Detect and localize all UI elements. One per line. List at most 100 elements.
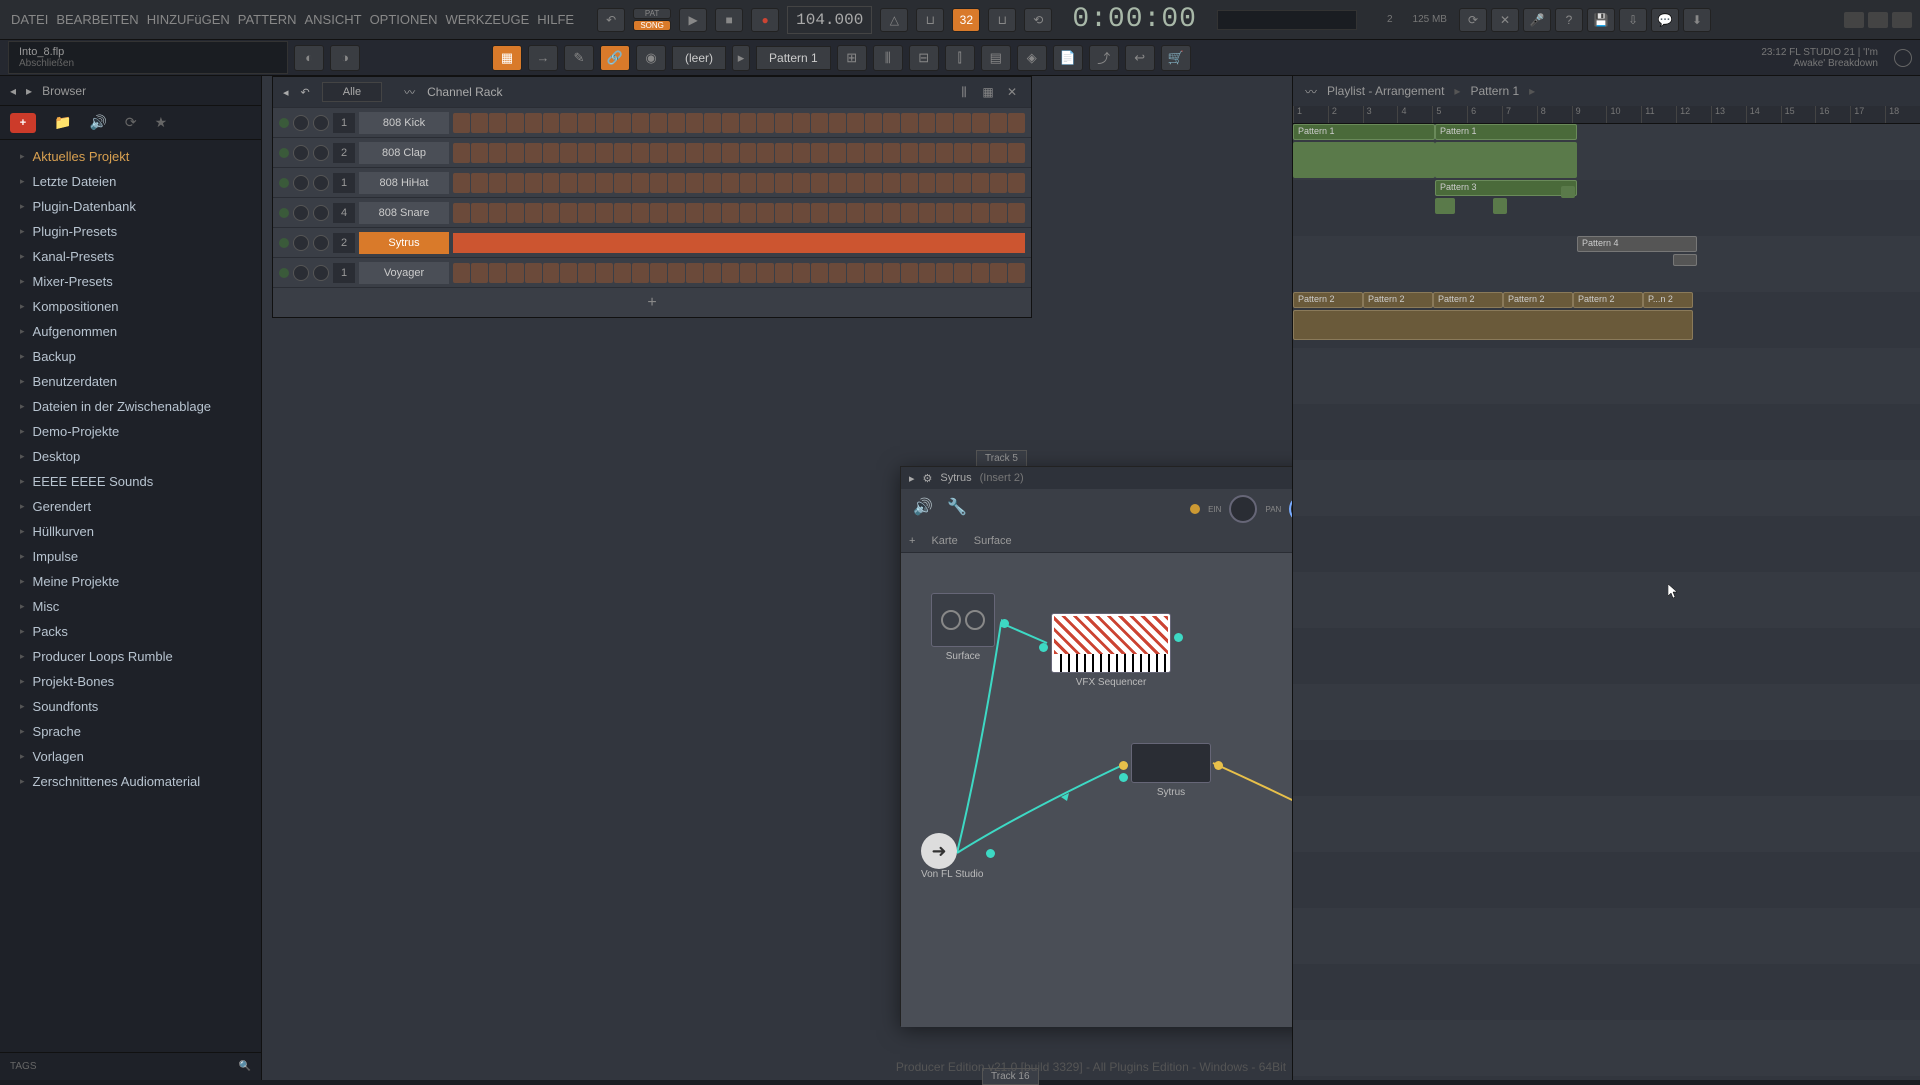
channel-pianoroll[interactable]	[453, 233, 1025, 253]
channel-vol-knob[interactable]	[313, 235, 329, 251]
step-button[interactable]	[560, 263, 577, 283]
step-button[interactable]	[686, 173, 703, 193]
step-button[interactable]	[954, 203, 971, 223]
playlist-tracks[interactable]: Pattern 1Pattern 1Pattern 3Pattern 4Patt…	[1293, 124, 1920, 1080]
step-button[interactable]	[686, 203, 703, 223]
song-mode-button[interactable]: SONG	[633, 20, 671, 31]
step-button[interactable]	[650, 263, 667, 283]
playlist-clip[interactable]: Pattern 2	[1363, 292, 1433, 308]
browser-item[interactable]: Zerschnittenes Audiomaterial	[0, 769, 261, 794]
step-button[interactable]	[578, 203, 595, 223]
step-button[interactable]	[704, 263, 721, 283]
channel-vol-knob[interactable]	[313, 205, 329, 221]
playlist-clip[interactable]: Pattern 3	[1435, 180, 1577, 196]
add-button[interactable]: +	[10, 113, 36, 133]
shop-icon[interactable]: 🛒	[1161, 45, 1191, 71]
browser-item[interactable]: Demo-Projekte	[0, 419, 261, 444]
channel-number[interactable]: 1	[333, 263, 355, 283]
step-button[interactable]	[972, 173, 989, 193]
playlist-clip[interactable]	[1673, 254, 1697, 266]
step-button[interactable]	[471, 203, 488, 223]
plugin-menu-icon[interactable]: ▸	[909, 472, 915, 485]
node-from-fl[interactable]: ➜ Von FL Studio	[921, 833, 983, 880]
step-button[interactable]	[936, 143, 953, 163]
browser-item[interactable]: Mixer-Presets	[0, 269, 261, 294]
step-button[interactable]	[883, 173, 900, 193]
menu-view[interactable]: ANSICHT	[302, 10, 365, 29]
step-button[interactable]	[507, 143, 524, 163]
step-button[interactable]	[954, 113, 971, 133]
step-button[interactable]	[990, 173, 1007, 193]
step-button[interactable]	[847, 113, 864, 133]
browser-toggle-icon[interactable]: ▤	[981, 45, 1011, 71]
step-button[interactable]	[901, 143, 918, 163]
step-button[interactable]	[471, 173, 488, 193]
step-button[interactable]	[722, 113, 739, 133]
step-button[interactable]	[740, 113, 757, 133]
step-button[interactable]	[793, 203, 810, 223]
port-syt-in-y[interactable]	[1119, 761, 1128, 770]
collapse-icon[interactable]: ◂	[10, 84, 16, 98]
step-button[interactable]	[811, 173, 828, 193]
browser-tree[interactable]: Aktuelles ProjektLetzte DateienPlugin-Da…	[0, 140, 261, 1052]
browser-item[interactable]: Meine Projekte	[0, 569, 261, 594]
search-icon[interactable]: 🔍	[239, 1061, 251, 1072]
playlist-clip[interactable]	[1435, 142, 1577, 178]
mixer-icon[interactable]: ⫼	[873, 45, 903, 71]
step-button[interactable]	[471, 113, 488, 133]
step-button[interactable]	[596, 173, 613, 193]
step-button[interactable]	[525, 113, 542, 133]
step-button[interactable]	[757, 143, 774, 163]
step-button[interactable]	[883, 143, 900, 163]
channel-pan-knob[interactable]	[293, 265, 309, 281]
playlist-clip[interactable]	[1561, 186, 1575, 198]
step-button[interactable]	[1008, 203, 1025, 223]
step-button[interactable]	[757, 173, 774, 193]
menu-options[interactable]: OPTIONEN	[367, 10, 441, 29]
close-button[interactable]	[1892, 12, 1912, 28]
bar-marker[interactable]: 12	[1676, 106, 1711, 123]
step-button[interactable]	[793, 113, 810, 133]
tempo-display[interactable]: 104.000	[787, 6, 872, 34]
step-button[interactable]	[543, 173, 560, 193]
step-button[interactable]	[489, 263, 506, 283]
bar-marker[interactable]: 18	[1885, 106, 1920, 123]
step-button[interactable]	[614, 263, 631, 283]
playlist-clip[interactable]: Pattern 1	[1293, 124, 1435, 140]
step-button[interactable]	[560, 173, 577, 193]
channel-led[interactable]	[279, 268, 289, 278]
menu-file[interactable]: DATEI	[8, 10, 51, 29]
chrack-close-button[interactable]: ✕	[1003, 83, 1021, 101]
channel-vol-knob[interactable]	[313, 115, 329, 131]
channel-pan-knob[interactable]	[293, 145, 309, 161]
playlist-clip[interactable]: P...n 2	[1643, 292, 1693, 308]
step-button[interactable]	[614, 143, 631, 163]
channel-led[interactable]	[279, 148, 289, 158]
step-button[interactable]	[578, 113, 595, 133]
step-button[interactable]	[578, 263, 595, 283]
channel-number[interactable]: 1	[333, 113, 355, 133]
step-button[interactable]	[632, 143, 649, 163]
channel-vol-knob[interactable]	[313, 265, 329, 281]
channel-led[interactable]	[279, 238, 289, 248]
step-button[interactable]	[596, 113, 613, 133]
step-button[interactable]	[865, 203, 882, 223]
bar-marker[interactable]: 13	[1711, 106, 1746, 123]
playlist-wave-icon[interactable]: 〰	[1305, 83, 1317, 100]
step-button[interactable]	[614, 203, 631, 223]
play-button[interactable]: ▶	[679, 8, 707, 32]
step-button[interactable]	[883, 263, 900, 283]
browser-item[interactable]: Projekt-Bones	[0, 669, 261, 694]
download-icon[interactable]: ⬇	[1683, 8, 1711, 32]
step-button[interactable]	[453, 263, 470, 283]
bar-marker[interactable]: 6	[1467, 106, 1502, 123]
step-button[interactable]	[489, 203, 506, 223]
help-icon[interactable]: ?	[1555, 8, 1583, 32]
step-button[interactable]	[972, 203, 989, 223]
ein-led[interactable]	[1190, 504, 1200, 514]
export-icon[interactable]: ⇩	[1619, 8, 1647, 32]
chrack-add-button[interactable]: +	[273, 287, 1031, 317]
chat-icon[interactable]: 💬	[1651, 8, 1679, 32]
step-button[interactable]	[650, 173, 667, 193]
step-button[interactable]	[936, 203, 953, 223]
